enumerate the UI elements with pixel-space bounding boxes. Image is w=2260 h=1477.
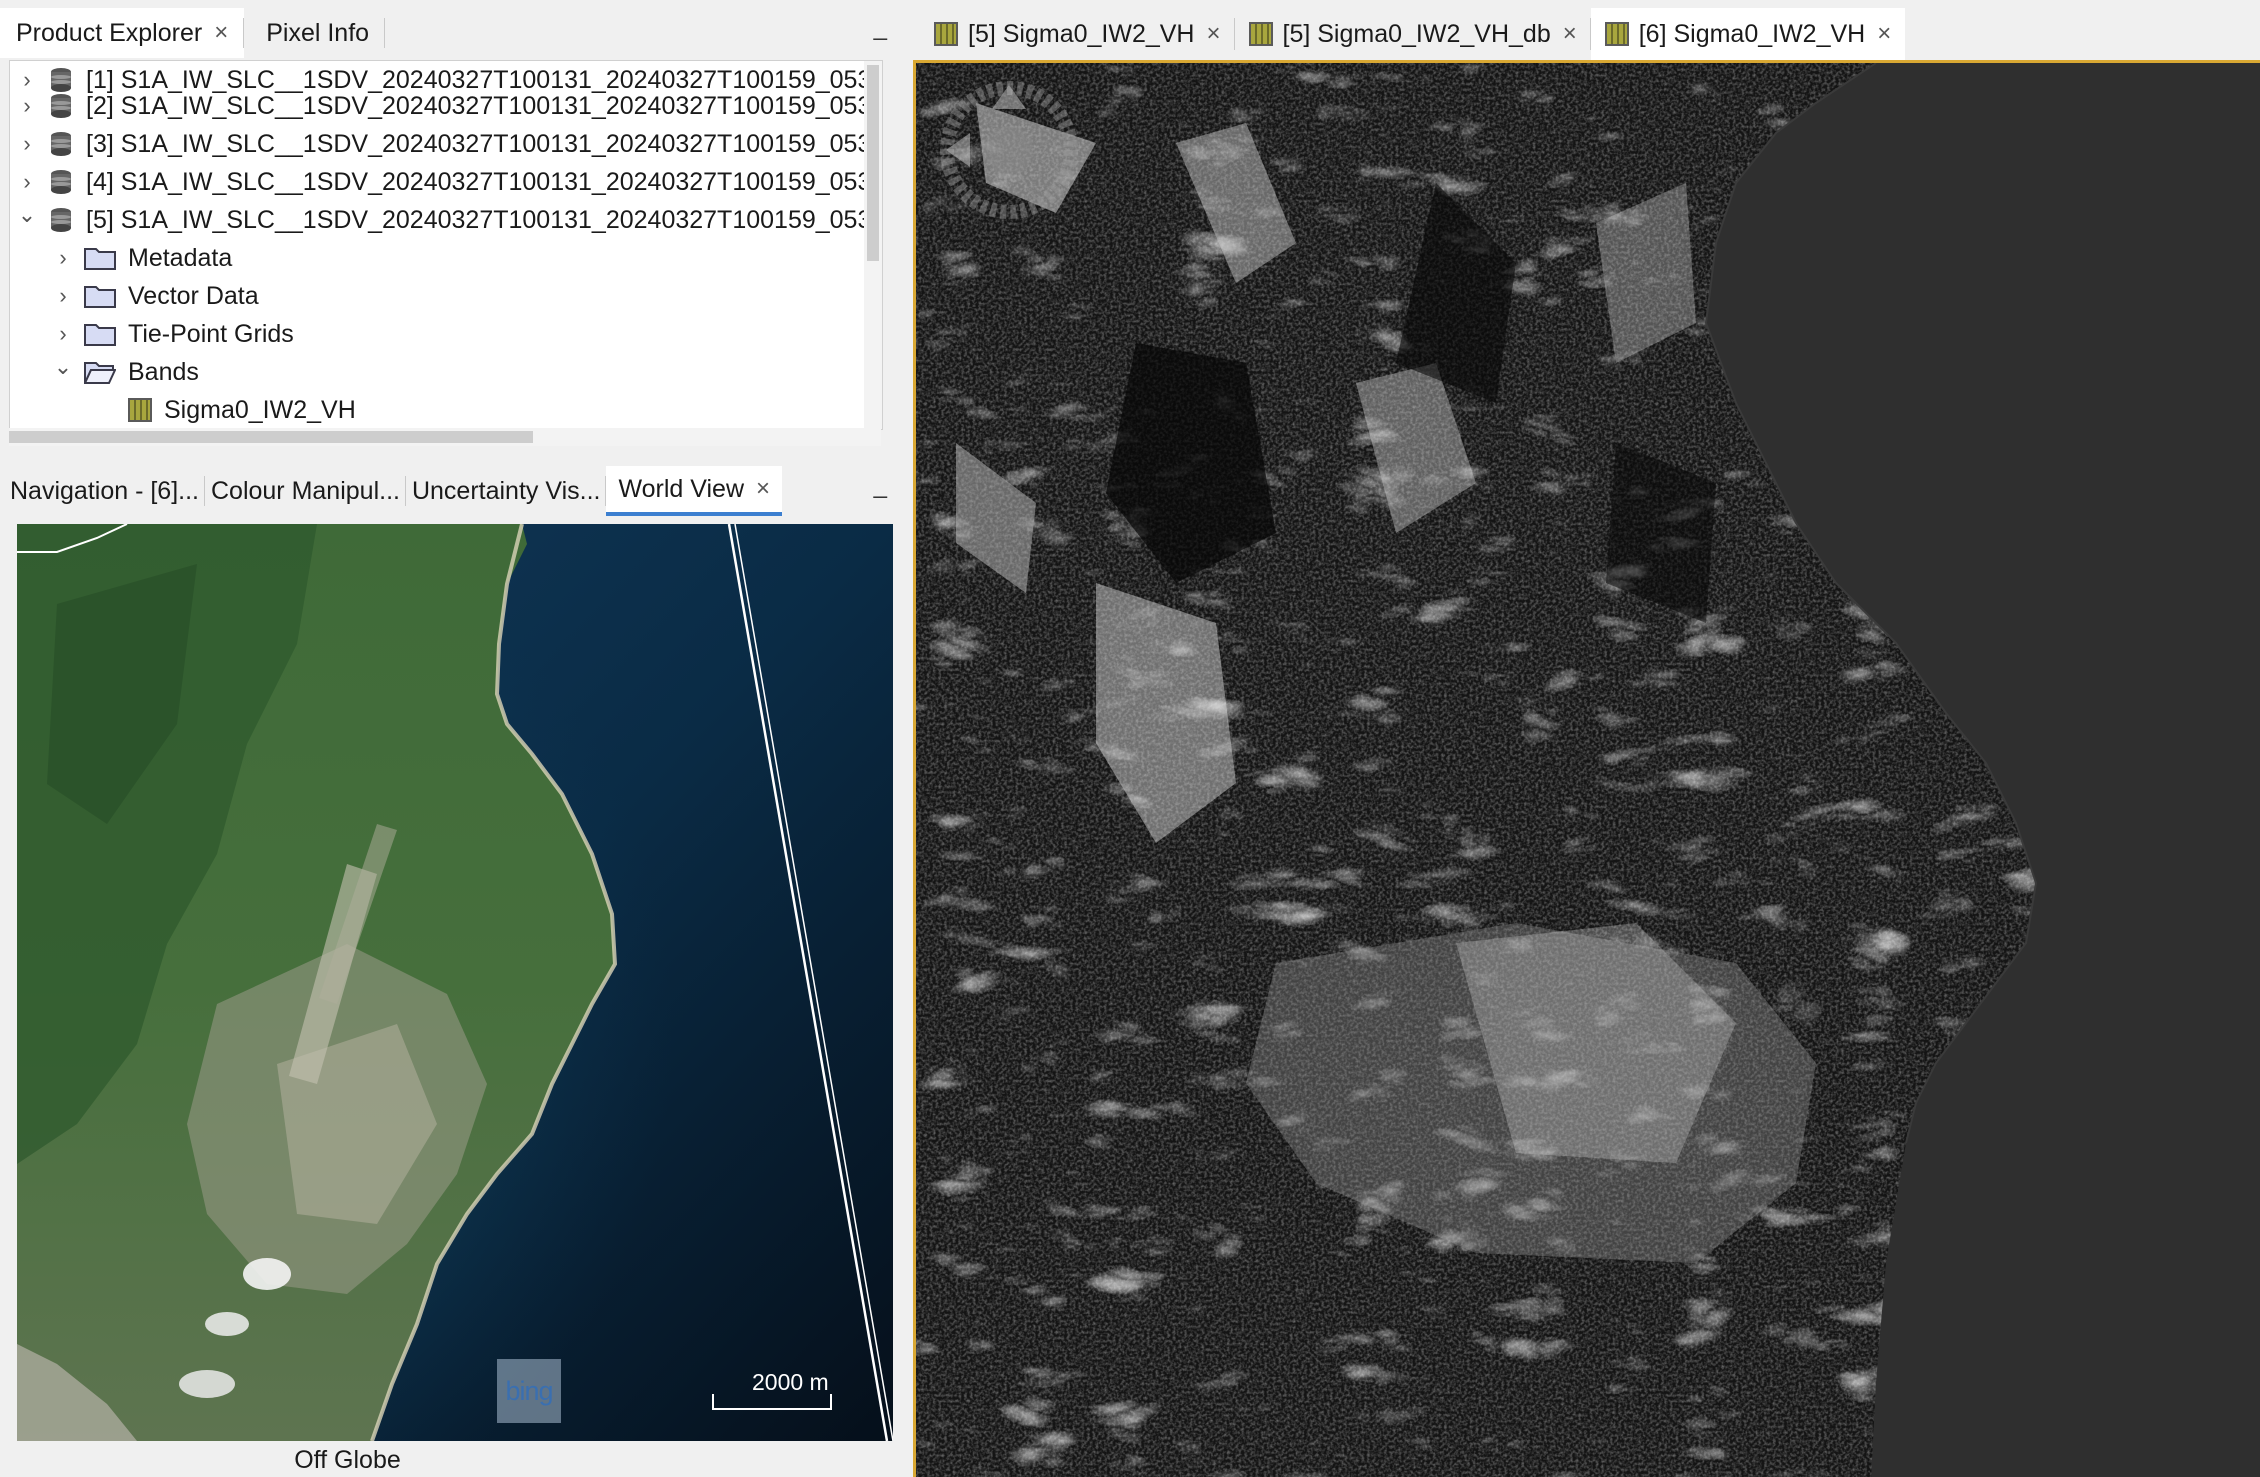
minimize-button[interactable]: _ [874,472,887,500]
folder-icon [84,324,116,346]
chevron-right-icon[interactable]: › [14,93,40,119]
sar-image [916,63,2260,1477]
tab-label: [6] Sigma0_IW2_VH [1638,19,1866,48]
tab-label: Pixel Info [266,18,370,47]
chevron-right-icon[interactable]: › [50,283,76,309]
tool-window-tabstrip: Navigation - [6]... Colour Manipul... Un… [0,456,905,516]
tab-label: Colour Manipul... [210,476,400,505]
tree-item-metadata[interactable]: › Metadata [50,239,232,277]
tab-pixel-info[interactable]: Pixel Info [250,8,385,58]
tree-item-label: [2] S1A_IW_SLC__1SDV_20240327T100131_202… [86,91,883,120]
image-view-pane: [5] Sigma0_IW2_VH × [5] Sigma0_IW2_VH_db… [912,0,2260,1477]
tree-item-label: Metadata [128,243,233,272]
tree-item-label: Tie-Point Grids [128,319,294,348]
chevron-right-icon[interactable]: › [14,169,40,195]
navigation-control[interactable] [934,75,1084,225]
image-view-tabstrip: [5] Sigma0_IW2_VH × [5] Sigma0_IW2_VH_db… [912,0,2260,60]
world-view-map[interactable]: bing 2000 m [17,524,893,1441]
chevron-down-icon[interactable]: ⌄ [50,354,76,380]
database-icon [51,132,71,156]
tab-image-5-sigma0-vh[interactable]: [5] Sigma0_IW2_VH × [920,8,1235,60]
product-tree: › [1] S1A_IW_SLC__1SDV_20240327T100131_2… [9,60,883,430]
tree-item-product-4[interactable]: › [4] S1A_IW_SLC__1SDV_20240327T100131_2… [14,163,883,201]
database-icon [51,170,71,194]
tab-image-5-sigma0-vh-db[interactable]: [5] Sigma0_IW2_VH_db × [1235,8,1591,60]
folder-icon [84,286,116,308]
scale-bar-label: 2000 m [752,1369,829,1395]
folder-open-icon [84,362,116,384]
tab-label: [5] Sigma0_IW2_VH [968,19,1195,48]
chevron-right-icon[interactable]: › [50,321,76,347]
scale-bar [712,1394,832,1410]
tab-label: [5] Sigma0_IW2_VH_db [1282,19,1551,48]
tree-item-label: Bands [128,357,199,386]
product-explorer-tabstrip: Product Explorer × Pixel Info [0,0,905,58]
tree-item-product-2[interactable]: › [2] S1A_IW_SLC__1SDV_20240327T100131_2… [14,87,883,125]
tree-horizontal-scrollbar[interactable] [9,428,881,446]
tree-vertical-scrollbar[interactable] [864,61,882,429]
tree-item-product-3[interactable]: › [3] S1A_IW_SLC__1SDV_20240327T100131_2… [14,125,883,163]
chevron-right-icon[interactable]: › [50,245,76,271]
tab-image-6-sigma0-vh[interactable]: [6] Sigma0_IW2_VH × [1590,8,1906,60]
band-icon [1604,22,1629,46]
band-icon [934,22,958,46]
tab-uncertainty-visualisation[interactable]: Uncertainty Vis... [406,466,607,516]
database-icon [51,94,71,118]
tree-item-vector-data[interactable]: › Vector Data [50,277,259,315]
database-icon [51,208,71,232]
sar-image-viewer[interactable] [913,60,2260,1477]
tab-label: World View [618,474,744,503]
tree-item-label: [4] S1A_IW_SLC__1SDV_20240327T100131_202… [86,167,883,196]
minimize-button[interactable]: _ [874,14,887,42]
chevron-down-icon[interactable]: ⌄ [14,202,40,228]
world-view-status: Off Globe [294,1446,401,1474]
product-explorer-pane: Product Explorer × Pixel Info _ › [1] S1… [0,0,905,452]
tab-label: Navigation - [6]... [10,476,199,505]
close-icon[interactable]: × [1207,20,1221,48]
satellite-imagery [17,524,893,1441]
tree-item-tie-point-grids[interactable]: › Tie-Point Grids [50,315,294,353]
chevron-right-icon[interactable]: › [14,131,40,157]
tool-window-pane: Navigation - [6]... Colour Manipul... Un… [0,456,905,1477]
tree-item-product-5[interactable]: ⌄ [5] S1A_IW_SLC__1SDV_20240327T100131_2… [14,201,883,239]
tab-product-explorer[interactable]: Product Explorer × [0,8,245,58]
tree-item-label: [3] S1A_IW_SLC__1SDV_20240327T100131_202… [86,129,883,158]
tree-item-label: [5] S1A_IW_SLC__1SDV_20240327T100131_202… [86,205,883,234]
close-icon[interactable]: × [214,19,228,47]
band-icon [1248,22,1273,46]
close-icon[interactable]: × [756,475,770,503]
tab-colour-manipulation[interactable]: Colour Manipul... [205,466,406,516]
close-icon[interactable]: × [1563,20,1577,48]
band-icon [128,398,152,422]
tab-navigation[interactable]: Navigation - [6]... [0,466,205,516]
tree-item-label: Vector Data [128,281,259,310]
tab-world-view[interactable]: World View × [606,466,783,516]
folder-icon [84,248,116,270]
tab-label: Product Explorer [16,18,203,47]
close-icon[interactable]: × [1877,20,1891,48]
tree-item-bands[interactable]: ⌄ Bands [50,353,199,391]
tab-label: Uncertainty Vis... [411,476,601,505]
bing-logo: bing [497,1359,561,1423]
tree-item-label: Sigma0_IW2_VH [164,395,356,424]
tree-item-band-sigma0[interactable]: Sigma0_IW2_VH [120,391,356,429]
